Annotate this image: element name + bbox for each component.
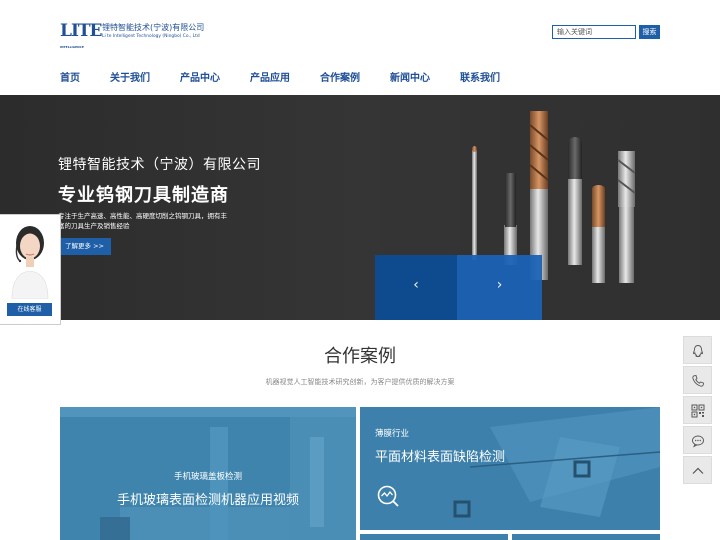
- case-card-4[interactable]: [512, 534, 660, 540]
- side-qrcode-button[interactable]: [683, 396, 712, 424]
- nav-item-contact[interactable]: 联系我们: [460, 71, 500, 87]
- qq-icon: [693, 345, 703, 357]
- chevron-right-icon: ›: [496, 277, 503, 293]
- case-image-film: [360, 407, 660, 530]
- side-qq-button[interactable]: [683, 336, 712, 364]
- online-service-widget[interactable]: 在线客服: [0, 214, 61, 325]
- case-title: 手机玻璃表面检测机器应用视频: [116, 493, 299, 508]
- phone-icon: [692, 374, 705, 387]
- search-input[interactable]: [552, 25, 636, 39]
- nav-item-home[interactable]: 首页: [60, 71, 80, 87]
- nav-item-applications[interactable]: 产品应用: [250, 71, 290, 87]
- case-title: 平面材料表面缺陷检测: [375, 450, 506, 465]
- carousel-next-button[interactable]: ›: [457, 255, 542, 320]
- section-title: 合作案例: [324, 346, 396, 367]
- banner-company: 锂特智能技术（宁波）有限公司: [58, 157, 261, 173]
- chevron-left-icon: ‹: [413, 277, 419, 293]
- nav-item-news[interactable]: 新闻中心: [390, 71, 430, 87]
- logo-company-name-en: Li te Intelligent Technology (Ningbo) Co…: [102, 34, 200, 39]
- side-back-to-top-button[interactable]: [683, 456, 712, 484]
- case-card-glass[interactable]: 手机玻璃盖板检测 手机玻璃表面检测机器应用视频: [60, 407, 356, 540]
- nav-item-about[interactable]: 关于我们: [110, 71, 150, 87]
- side-message-button[interactable]: [683, 426, 712, 454]
- qrcode-icon: [691, 404, 705, 418]
- case-card-film[interactable]: 薄膜行业 平面材料表面缺陷检测: [360, 407, 660, 530]
- carousel-prev-button[interactable]: ‹: [375, 255, 457, 320]
- logo-mark-sub: INTELLIGENCE: [60, 45, 84, 49]
- message-icon: [692, 435, 704, 448]
- service-agent-avatar: [6, 221, 54, 299]
- logo-mark: LITE INTELLIGENCE: [60, 22, 103, 49]
- case-category: 薄膜行业: [375, 429, 410, 439]
- case-card-3[interactable]: [360, 534, 508, 540]
- banner-title: 专业钨钢刀具制造商: [58, 185, 229, 206]
- side-phone-button[interactable]: [683, 366, 712, 394]
- learn-more-button[interactable]: 了解更多 >>: [58, 238, 111, 255]
- online-service-button[interactable]: 在线客服: [7, 303, 52, 316]
- banner-description: 专注于生产高速、高性能、高硬度切削之钨钢刀具，拥有丰富的刀具生产及销售经验: [58, 212, 227, 230]
- case-category: 手机玻璃盖板检测: [173, 472, 242, 482]
- section-subtitle: 机器视觉人工智能技术研究创新，为客户提供优质的解决方案: [265, 378, 455, 386]
- inspect-search-icon: [377, 485, 399, 507]
- search-button[interactable]: 搜索: [639, 25, 660, 39]
- hero-banner: 锂特智能技术（宁波）有限公司 专业钨钢刀具制造商 专注于生产高速、高性能、高硬度…: [0, 95, 720, 320]
- back-to-top-icon: [692, 467, 704, 474]
- nav-item-cases[interactable]: 合作案例: [320, 71, 360, 87]
- main-nav: 首页 关于我们 产品中心 产品应用 合作案例 新闻中心 联系我们: [0, 71, 720, 87]
- logo[interactable]: LITE INTELLIGENCE 锂特智能技术(宁波)有限公司 Li te I…: [60, 22, 204, 49]
- logo-company-name: 锂特智能技术(宁波)有限公司: [102, 23, 205, 32]
- nav-item-products[interactable]: 产品中心: [180, 71, 220, 87]
